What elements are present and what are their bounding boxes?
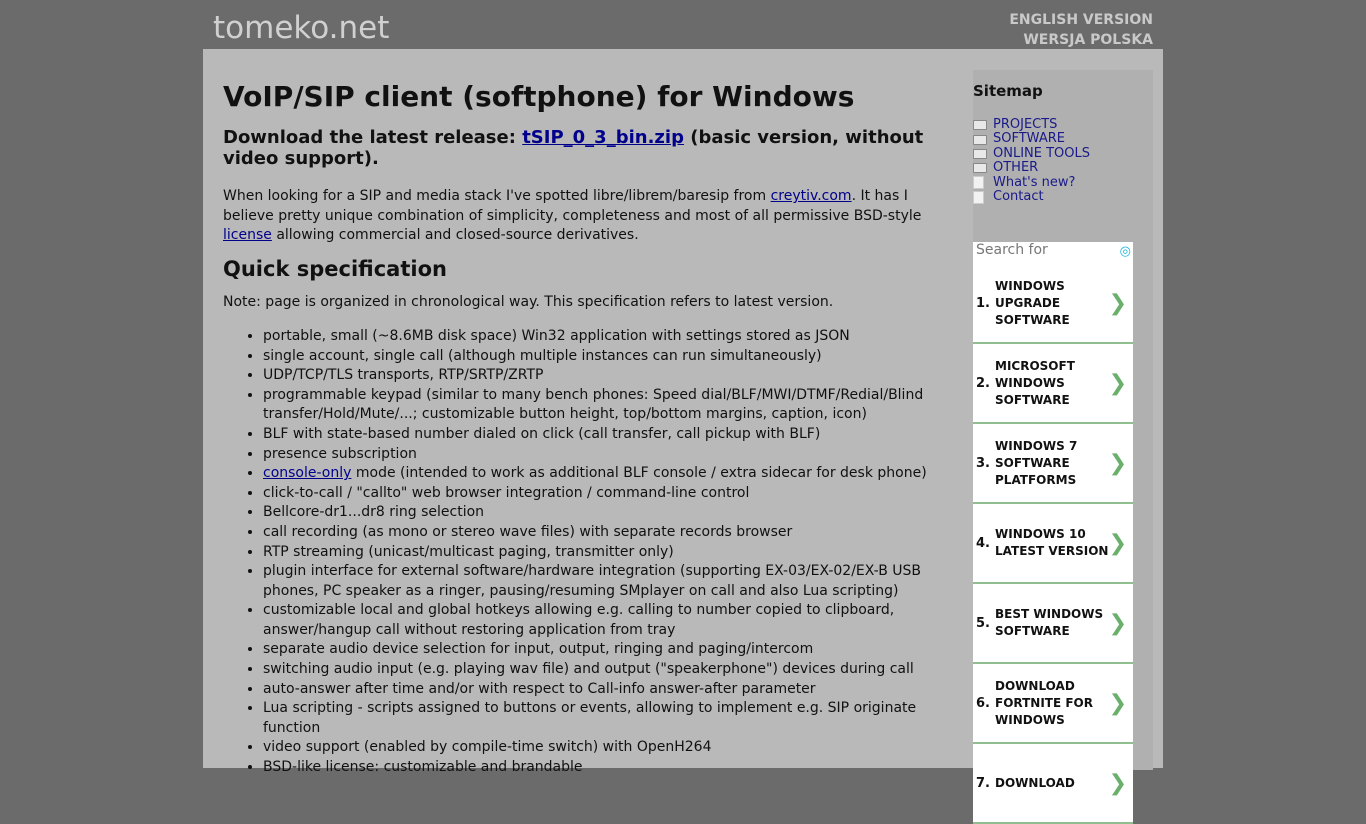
ad-text: BEST WINDOWS SOFTWARE [995, 607, 1104, 638]
chevron-right-icon: ❯ [1108, 610, 1127, 636]
ad-text: DOWNLOAD FORTNITE FOR WINDOWS [995, 678, 1093, 727]
spec-heading: Quick specification [223, 256, 447, 281]
list-item: click-to-call / "callto" web browser int… [263, 484, 943, 504]
content-area: VoIP/SIP client (softphone) for Windows … [203, 49, 1163, 824]
intro-paragraph: When looking for a SIP and media stack I… [223, 187, 943, 246]
list-item: Lua scripting - scripts assigned to butt… [263, 699, 943, 738]
ad-num: 3. [976, 455, 990, 471]
list-item: presence subscription [263, 445, 943, 465]
list-item: auto-answer after time and/or with respe… [263, 680, 943, 700]
ad-num: 7. [976, 775, 990, 791]
english-version-link[interactable]: ENGLISH VERSION [1009, 10, 1153, 30]
eye-icon[interactable]: ◎ [1120, 244, 1131, 259]
sitemap-item-projects[interactable]: PROJECTS [973, 117, 1153, 132]
folder-icon [973, 120, 987, 131]
list-item: console-only mode (intended to work as a… [263, 464, 943, 484]
list-item: RTP streaming (unicast/multicast paging,… [263, 543, 943, 563]
download-prefix: Download the latest release: [223, 127, 523, 148]
sitemap-link[interactable]: OTHER [993, 160, 1038, 175]
polish-version-link[interactable]: WERSJA POLSKA [1009, 30, 1153, 50]
sitemap-link[interactable]: ONLINE TOOLS [993, 146, 1090, 161]
site-logo[interactable]: tomeko.net [213, 10, 389, 46]
list-item: plugin interface for external software/h… [263, 562, 943, 601]
ad-text: MICROSOFT WINDOWS SOFTWARE [995, 358, 1075, 407]
sitemap-item-whats-new[interactable]: What's new? [973, 175, 1153, 190]
sitemap-item-other[interactable]: OTHER [973, 160, 1153, 175]
ad-item[interactable]: 4. WINDOWS 10 LATEST VERSION ❯ [973, 504, 1133, 584]
sitemap-title: Sitemap [973, 82, 1043, 100]
ad-item[interactable]: 1. WINDOWS UPGRADE SOFTWARE ❯ [973, 264, 1133, 344]
ad-item[interactable]: 6. DOWNLOAD FORTNITE FOR WINDOWS ❯ [973, 664, 1133, 744]
ad-text: DOWNLOAD [995, 775, 1075, 790]
list-item: call recording (as mono or stereo wave f… [263, 523, 943, 543]
sitemap-item-software[interactable]: SOFTWARE [973, 131, 1153, 146]
ad-text: WINDOWS 7 SOFTWARE PLATFORMS [995, 438, 1078, 487]
main-article: VoIP/SIP client (softphone) for Windows … [223, 79, 943, 778]
search-for-text: Search for [976, 242, 1048, 258]
sitemap-item-online-tools[interactable]: ONLINE TOOLS [973, 146, 1153, 161]
ad-num: 6. [976, 695, 990, 711]
ad-num: 1. [976, 295, 990, 311]
sitemap-item-contact[interactable]: Contact [973, 189, 1153, 204]
page-title: VoIP/SIP client (softphone) for Windows [223, 80, 855, 113]
note: Note: page is organized in chronological… [223, 294, 834, 311]
chevron-right-icon: ❯ [1108, 690, 1127, 716]
folder-icon [973, 149, 987, 160]
ad-item[interactable]: 7. DOWNLOAD ❯ [973, 744, 1133, 824]
ad-item[interactable]: 5. BEST WINDOWS SOFTWARE ❯ [973, 584, 1133, 664]
file-icon [973, 176, 984, 190]
ad-num: 4. [976, 535, 990, 551]
ad-text: WINDOWS 10 LATEST VERSION [995, 527, 1109, 558]
ad-text: WINDOWS UPGRADE SOFTWARE [995, 278, 1070, 327]
list-item-text: mode (intended to work as additional BLF… [351, 465, 927, 482]
sidebar: Sitemap PROJECTS SOFTWARE ONLINE TOOLS O… [973, 70, 1153, 824]
spec-list: portable, small (~8.6MB disk space) Win3… [223, 327, 943, 778]
chevron-right-icon: ❯ [1108, 770, 1127, 796]
ad-num: 5. [976, 615, 990, 631]
list-item: single account, single call (although mu… [263, 347, 943, 367]
intro-text: When looking for a SIP and media stack I… [223, 188, 771, 204]
download-heading: Download the latest release: tSIP_0_3_bi… [223, 127, 943, 169]
list-item: separate audio device selection for inpu… [263, 640, 943, 660]
list-item: programmable keypad (similar to many ben… [263, 386, 943, 425]
chevron-right-icon: ❯ [1108, 290, 1127, 316]
folder-icon [973, 163, 987, 174]
console-only-link[interactable]: console-only [263, 465, 351, 481]
list-item: video support (enabled by compile-time s… [263, 738, 943, 758]
ad-item[interactable]: 2. MICROSOFT WINDOWS SOFTWARE ❯ [973, 344, 1133, 424]
sitemap-link[interactable]: Contact [993, 189, 1044, 204]
folder-icon [973, 134, 987, 145]
ad-num: 2. [976, 375, 990, 391]
sitemap-link[interactable]: SOFTWARE [993, 131, 1065, 146]
chevron-right-icon: ❯ [1108, 450, 1127, 476]
sitemap-link[interactable]: What's new? [993, 175, 1075, 190]
list-item: Bellcore-dr1...dr8 ring selection [263, 503, 943, 523]
download-link[interactable]: tSIP_0_3_bin.zip [522, 127, 684, 148]
list-item: switching audio input (e.g. playing wav … [263, 660, 943, 680]
ad-block: Search for ◎ 1. WINDOWS UPGRADE SOFTWARE ❯ … [973, 242, 1133, 824]
list-item: portable, small (~8.6MB disk space) Win3… [263, 327, 943, 347]
license-link[interactable]: license [223, 227, 272, 243]
sitemap-link[interactable]: PROJECTS [993, 117, 1057, 132]
list-item: UDP/TCP/TLS transports, RTP/SRTP/ZRTP [263, 366, 943, 386]
chevron-right-icon: ❯ [1108, 530, 1127, 556]
creytiv-link[interactable]: creytiv.com [771, 188, 852, 204]
ad-search-label: Search for ◎ [973, 242, 1133, 264]
chevron-right-icon: ❯ [1108, 370, 1127, 396]
intro-text: allowing commercial and closed-source de… [271, 227, 639, 244]
list-item: customizable local and global hotkeys al… [263, 601, 943, 640]
list-item: BLF with state-based number dialed on cl… [263, 425, 943, 445]
site-header: tomeko.net ENGLISH VERSION WERSJA POLSKA [203, 0, 1163, 49]
file-icon [973, 190, 984, 204]
ad-item[interactable]: 3. WINDOWS 7 SOFTWARE PLATFORMS ❯ [973, 424, 1133, 504]
